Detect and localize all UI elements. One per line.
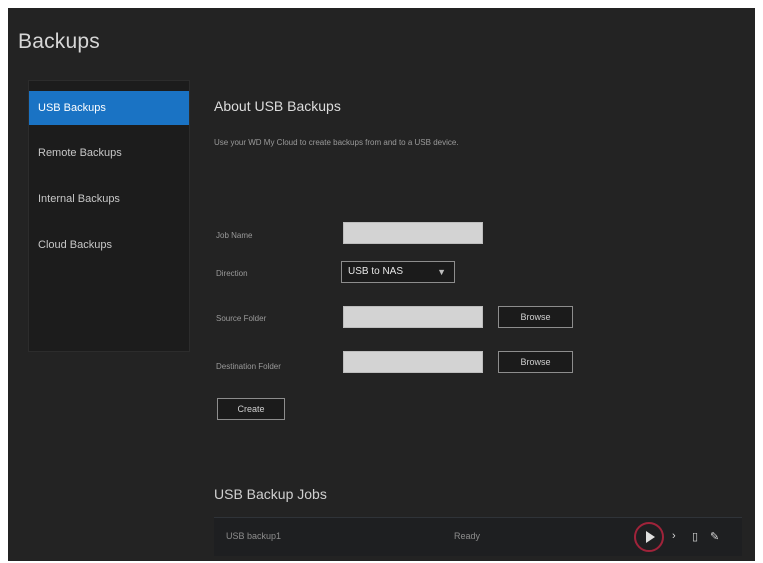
sidebar: USB Backups Remote Backups Internal Back…: [28, 80, 190, 352]
destination-folder-label: Destination Folder: [216, 362, 281, 371]
table-row[interactable]: USB backup1 Ready › ▯ ✎: [214, 517, 742, 556]
page-title: Backups: [18, 30, 100, 53]
job-name-input[interactable]: [343, 222, 483, 244]
job-name: USB backup1: [226, 531, 282, 541]
section-description: Use your WD My Cloud to create backups f…: [214, 138, 459, 147]
edit-icon[interactable]: ✎: [710, 530, 719, 543]
browse-destination-button[interactable]: Browse: [498, 351, 573, 373]
source-folder-input[interactable]: [343, 306, 483, 328]
direction-select[interactable]: USB to NAS ▼: [341, 261, 455, 283]
delete-icon[interactable]: ▯: [692, 530, 698, 543]
play-icon: [646, 531, 655, 543]
sidebar-item-internal-backups[interactable]: Internal Backups: [29, 182, 189, 216]
browse-source-button[interactable]: Browse: [498, 306, 573, 328]
section-title: About USB Backups: [214, 98, 341, 114]
chevron-down-icon: ▼: [437, 267, 446, 277]
job-name-label: Job Name: [216, 231, 253, 240]
details-icon[interactable]: ›: [672, 530, 676, 542]
sidebar-item-remote-backups[interactable]: Remote Backups: [29, 136, 189, 170]
backups-page: Backups USB Backups Remote Backups Inter…: [8, 8, 755, 561]
sidebar-item-usb-backups[interactable]: USB Backups: [29, 91, 189, 125]
job-status: Ready: [454, 531, 481, 541]
direction-selected-value: USB to NAS: [348, 266, 404, 277]
jobs-section-title: USB Backup Jobs: [214, 486, 327, 502]
direction-label: Direction: [216, 269, 248, 278]
main-content: About USB Backups Use your WD My Cloud t…: [208, 8, 755, 561]
source-folder-label: Source Folder: [216, 314, 267, 323]
start-backup-button[interactable]: [634, 522, 664, 552]
create-button[interactable]: Create: [217, 398, 285, 420]
destination-folder-input[interactable]: [343, 351, 483, 373]
sidebar-item-cloud-backups[interactable]: Cloud Backups: [29, 228, 189, 262]
